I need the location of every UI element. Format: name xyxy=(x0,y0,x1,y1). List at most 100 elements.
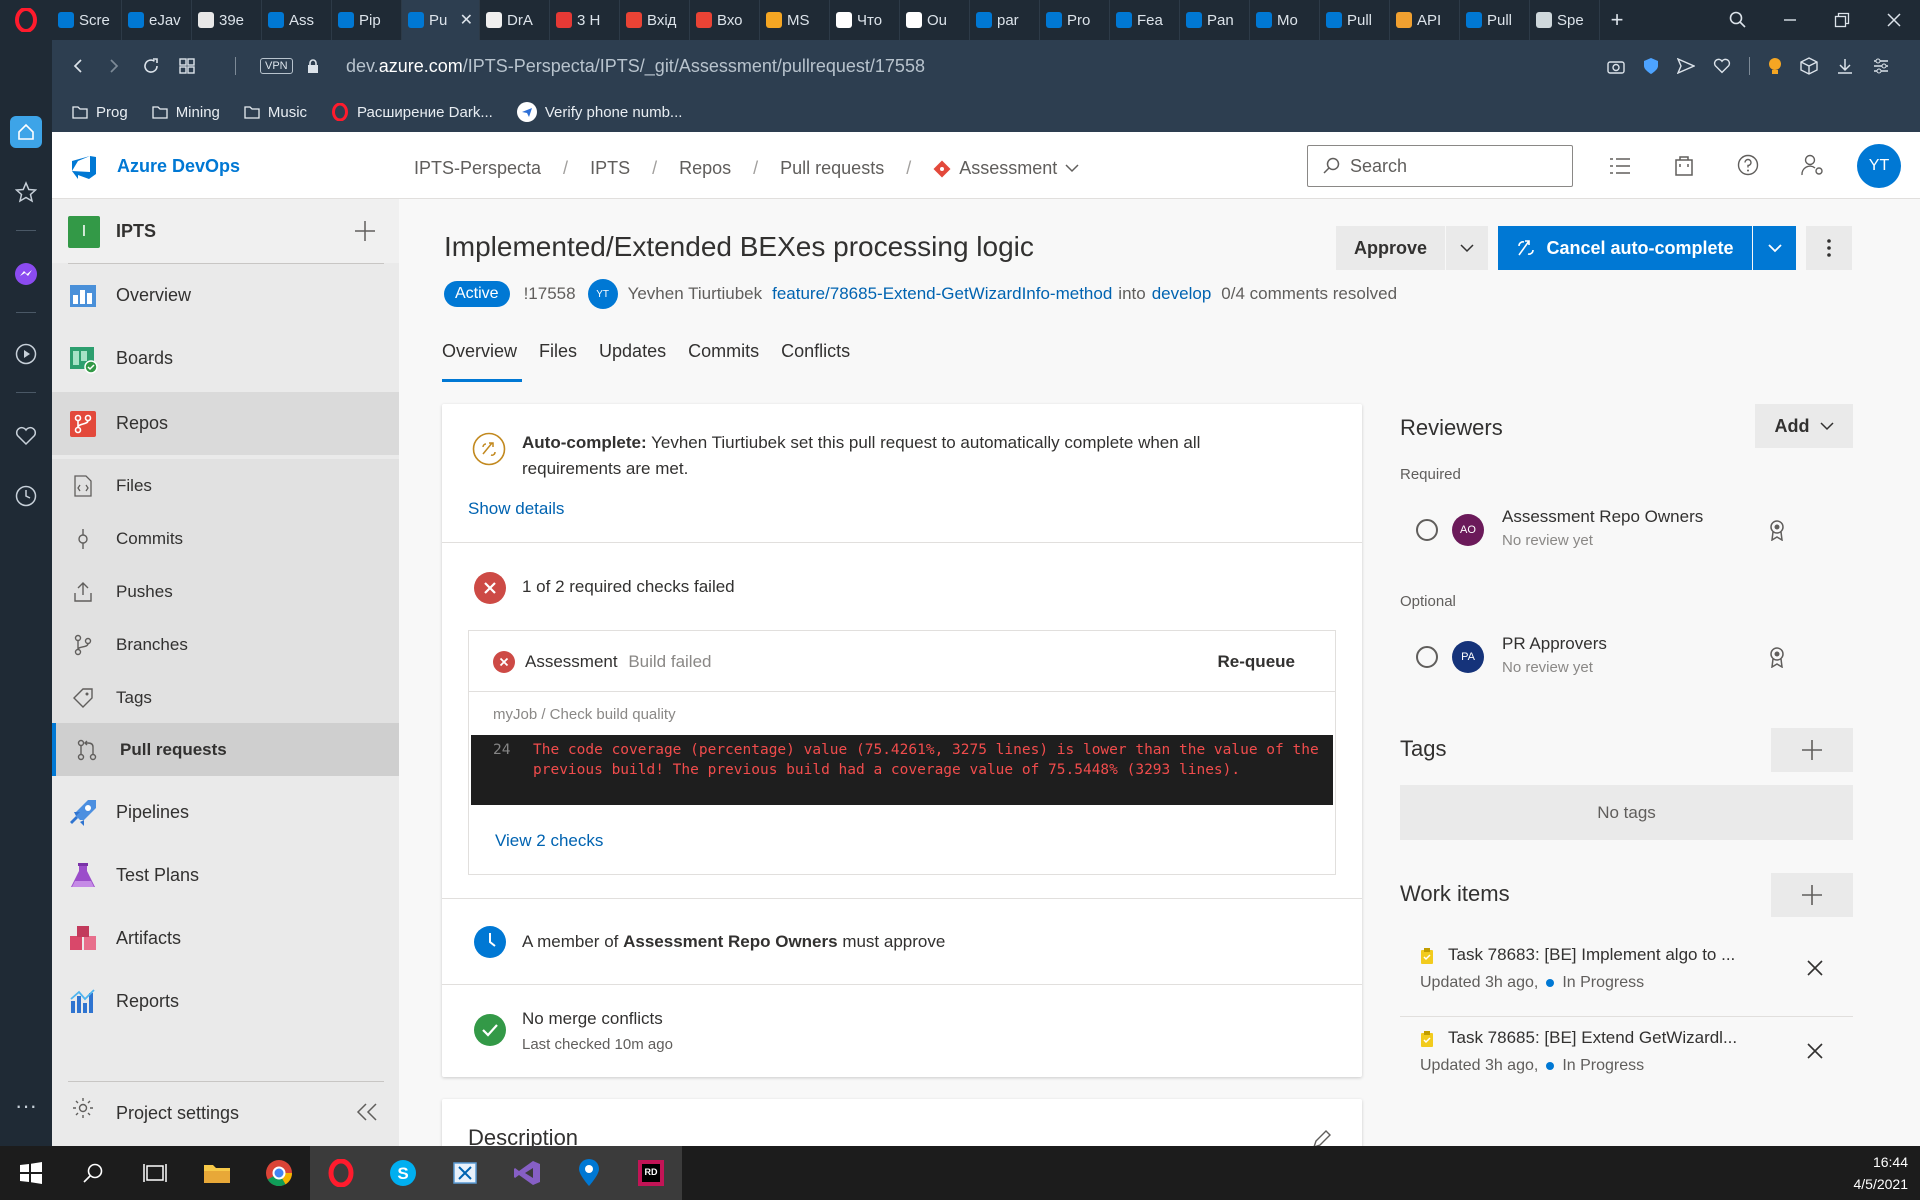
add-tag-button[interactable] xyxy=(1771,728,1853,772)
browser-tab[interactable]: Scre xyxy=(52,0,122,40)
reload-icon[interactable] xyxy=(142,57,160,75)
view-checks-link[interactable]: View 2 checks xyxy=(495,831,603,851)
work-item[interactable]: Task 78685: [BE] Extend GetWizardl... Upd… xyxy=(1400,1018,1853,1100)
cancel-auto-complete-button[interactable]: Cancel auto-complete xyxy=(1498,226,1752,270)
show-details-link[interactable]: Show details xyxy=(468,499,564,519)
list-icon[interactable] xyxy=(1609,156,1631,176)
browser-tab[interactable]: Pu ✕ xyxy=(402,0,480,40)
remove-work-item-icon[interactable] xyxy=(1806,959,1824,977)
help-icon[interactable] xyxy=(1737,154,1759,176)
azure-devops-logo-icon[interactable] xyxy=(70,152,98,180)
search-icon[interactable] xyxy=(62,1146,124,1200)
opera-taskbar-icon[interactable] xyxy=(310,1146,372,1200)
breadcrumb-item[interactable]: IPTS xyxy=(590,158,630,179)
browser-tab[interactable]: Что xyxy=(830,0,900,40)
task-view-icon[interactable] xyxy=(124,1146,186,1200)
breadcrumb-item[interactable]: Pull requests xyxy=(780,158,884,179)
approve-button[interactable]: Approve xyxy=(1336,226,1445,270)
browser-tab[interactable]: 39e xyxy=(192,0,262,40)
browser-tab[interactable]: Fea xyxy=(1110,0,1180,40)
easy-setup-icon[interactable] xyxy=(1872,57,1890,75)
skype-icon[interactable]: S xyxy=(372,1146,434,1200)
file-explorer-icon[interactable] xyxy=(186,1146,248,1200)
browser-tab[interactable]: Spe xyxy=(1530,0,1600,40)
work-item[interactable]: Task 78683: [BE] Implement algo to ... Up… xyxy=(1400,935,1853,1017)
breadcrumb-item[interactable]: IPTS-Perspecta xyxy=(414,158,541,179)
bulb-icon[interactable] xyxy=(1768,57,1782,75)
sidebar-item-pipelines[interactable]: Pipelines xyxy=(52,781,399,844)
sidebar-item-reports[interactable]: Reports xyxy=(52,970,399,1033)
history-clock-icon[interactable] xyxy=(10,480,42,512)
opera-logo-icon[interactable] xyxy=(0,0,52,40)
browser-tab[interactable]: 3 H xyxy=(550,0,620,40)
add-icon[interactable] xyxy=(355,221,375,241)
browser-tab[interactable]: Pan xyxy=(1180,0,1250,40)
maps-pin-icon[interactable] xyxy=(558,1146,620,1200)
home-icon[interactable] xyxy=(10,116,42,148)
search-tabs-icon[interactable] xyxy=(1712,0,1764,40)
avatar[interactable]: YT xyxy=(1857,144,1901,188)
tab-grid-icon[interactable] xyxy=(178,57,196,75)
sidebar-item-boards[interactable]: Boards xyxy=(52,327,399,390)
azure-devops-title[interactable]: Azure DevOps xyxy=(117,156,240,177)
heart-icon[interactable] xyxy=(1713,58,1731,74)
close-tab-icon[interactable]: ✕ xyxy=(460,10,473,30)
system-clock[interactable]: 16:44 4/5/2021 xyxy=(1854,1151,1909,1195)
browser-tab[interactable]: eJav xyxy=(122,0,192,40)
browser-tab[interactable]: Ou xyxy=(900,0,970,40)
visual-studio-icon[interactable] xyxy=(496,1146,558,1200)
browser-tab[interactable]: Pull xyxy=(1460,0,1530,40)
lock-icon[interactable] xyxy=(306,58,320,74)
sidebar-item-overview[interactable]: Overview xyxy=(52,264,399,327)
remove-work-item-icon[interactable] xyxy=(1806,1042,1824,1060)
vpn-badge[interactable]: VPN xyxy=(260,58,293,74)
player-icon[interactable] xyxy=(10,338,42,370)
forward-icon[interactable] xyxy=(106,58,122,74)
favorites-heart-icon[interactable] xyxy=(10,420,42,452)
browser-tab[interactable]: API xyxy=(1390,0,1460,40)
tab-files[interactable]: Files xyxy=(539,341,577,362)
reviewer-row[interactable]: PA PR Approvers No review yet xyxy=(1416,632,1853,682)
speed-dial-icon[interactable] xyxy=(10,176,42,208)
requeue-button[interactable]: Re-queue xyxy=(1218,652,1295,672)
cancel-dropdown-button[interactable] xyxy=(1753,226,1796,270)
rider-icon[interactable]: RD xyxy=(620,1146,682,1200)
sidebar-item-commits[interactable]: Commits xyxy=(52,512,399,565)
add-reviewer-button[interactable]: Add xyxy=(1755,404,1853,448)
cube-icon[interactable] xyxy=(1800,57,1818,75)
breadcrumb-item[interactable]: Repos xyxy=(679,158,731,179)
tab-conflicts[interactable]: Conflicts xyxy=(781,341,850,362)
work-item-title[interactable]: Task 78685: [BE] Extend GetWizardl... xyxy=(1448,1028,1737,1048)
browser-tab[interactable]: Pull xyxy=(1320,0,1390,40)
bookmark-item[interactable]: Prog xyxy=(72,104,128,121)
close-window-icon[interactable] xyxy=(1868,0,1920,40)
browser-tab[interactable]: par xyxy=(970,0,1040,40)
tab-commits[interactable]: Commits xyxy=(688,341,759,362)
bookmark-item[interactable]: Mining xyxy=(152,104,220,121)
back-icon[interactable] xyxy=(70,58,86,74)
browser-tab[interactable]: DrA xyxy=(480,0,550,40)
author-name[interactable]: Yevhen Tiurtiubek xyxy=(628,284,763,304)
sidebar-item-files[interactable]: Files xyxy=(52,459,399,512)
sidebar-item-pushes[interactable]: Pushes xyxy=(52,565,399,618)
more-icon[interactable]: ··· xyxy=(10,1090,42,1122)
search-input[interactable]: Search xyxy=(1307,145,1573,187)
restore-icon[interactable] xyxy=(1816,0,1868,40)
messenger-icon[interactable] xyxy=(10,258,42,290)
more-actions-button[interactable] xyxy=(1806,226,1852,270)
url-text[interactable]: dev.azure.com/IPTS-Perspecta/IPTS/_git/A… xyxy=(346,56,925,77)
snipping-tool-icon[interactable] xyxy=(434,1146,496,1200)
chrome-icon[interactable] xyxy=(248,1146,310,1200)
camera-icon[interactable] xyxy=(1607,58,1625,74)
add-work-item-button[interactable] xyxy=(1771,873,1853,917)
project-header[interactable]: I IPTS xyxy=(52,199,399,263)
collapse-sidebar-icon[interactable] xyxy=(356,1103,378,1121)
tab-overview[interactable]: Overview xyxy=(442,341,517,362)
browser-tab[interactable]: Ass xyxy=(262,0,332,40)
bookmark-item[interactable]: Verify phone numb... xyxy=(516,102,682,122)
sidebar-item-tags[interactable]: Tags xyxy=(52,671,399,724)
windows-start-icon[interactable] xyxy=(0,1146,62,1200)
target-branch-link[interactable]: develop xyxy=(1152,284,1212,304)
sidebar-item-repos[interactable]: Repos xyxy=(52,392,399,455)
bookmark-item[interactable]: Расширение Dark... xyxy=(331,103,493,121)
